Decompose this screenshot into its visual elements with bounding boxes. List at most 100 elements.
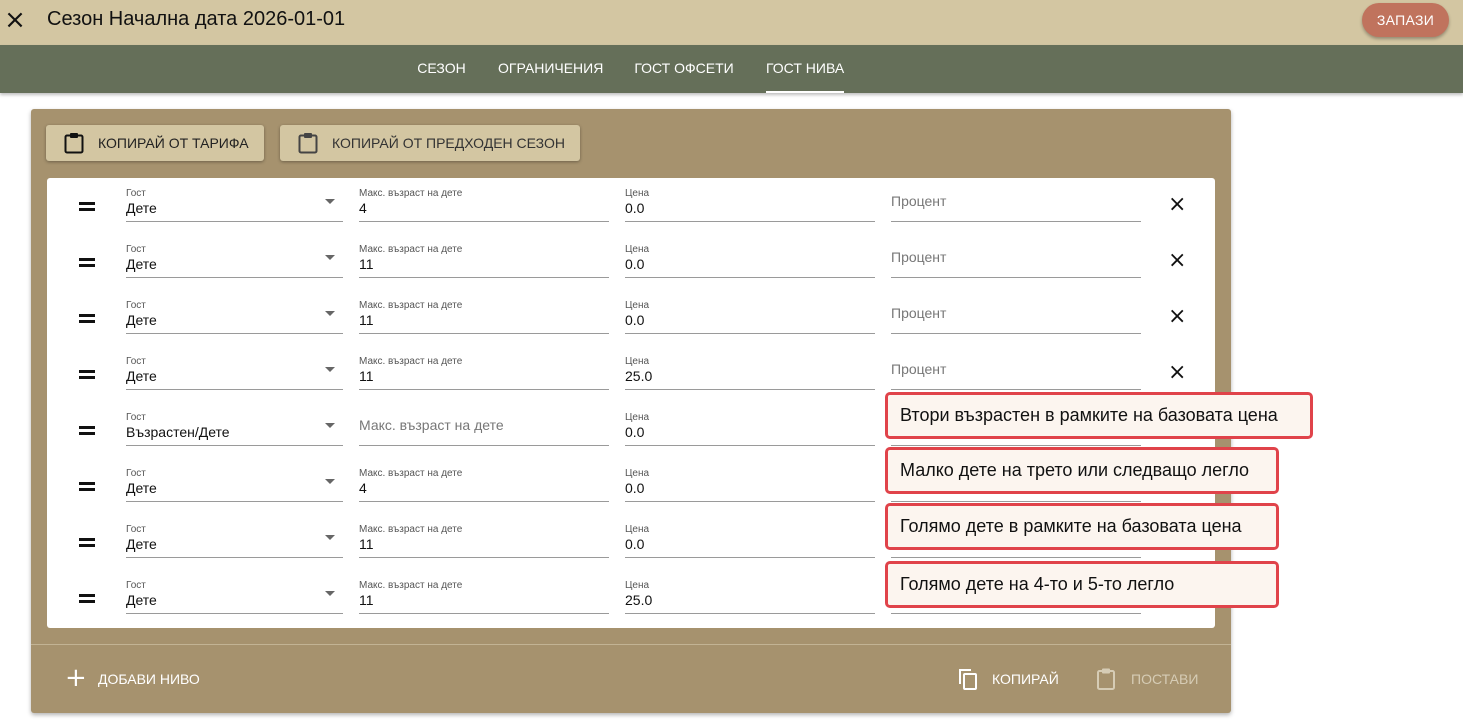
annotation-callout: Голямо дете в рамките на базовата цена [885, 503, 1279, 550]
clipboard-icon [64, 133, 84, 154]
max-age-input[interactable]: Макс. възраст на дете 11 [359, 514, 609, 558]
price-input[interactable]: Цена 0.0 [625, 402, 875, 446]
price-input[interactable]: Цена 0.0 [625, 458, 875, 502]
dropdown-arrow-icon [325, 591, 335, 596]
drag-handle-icon[interactable] [79, 258, 95, 268]
dropdown-arrow-icon [325, 367, 335, 372]
guest-select[interactable]: Гост Дете [126, 570, 343, 614]
save-button[interactable]: ЗАПАЗИ [1362, 3, 1449, 37]
guest-select[interactable]: Гост Дете [126, 178, 343, 222]
price-value: 0.0 [625, 312, 645, 328]
price-value: 25.0 [625, 592, 653, 608]
price-input[interactable]: Цена 0.0 [625, 178, 875, 222]
guest-label: Гост [126, 580, 146, 591]
max-age-input[interactable]: Макс. възраст на дете 11 [359, 570, 609, 614]
copy-from-previous-season-label: КОПИРАЙ ОТ ПРЕДХОДЕН СЕЗОН [332, 135, 565, 151]
dropdown-arrow-icon [325, 535, 335, 540]
percent-input[interactable]: Процент [891, 178, 1141, 222]
add-level-label: ДОБАВИ НИВО [98, 671, 200, 687]
price-input[interactable]: Цена 25.0 [625, 570, 875, 614]
max-age-input[interactable]: Макс. възраст на дете 4 [359, 178, 609, 222]
max-age-value: 11 [359, 312, 374, 328]
footer-divider [31, 644, 1231, 645]
price-value: 0.0 [625, 256, 645, 272]
guest-value: Дете [126, 368, 157, 384]
max-age-label: Макс. възраст на дете [359, 356, 463, 367]
max-age-label: Макс. възраст на дете [359, 300, 463, 311]
max-age-placeholder: Макс. възраст на дете [359, 417, 504, 433]
level-row: Гост Дете Макс. възраст на дете 11 Цена … [47, 290, 1215, 346]
max-age-input[interactable]: Макс. възраст на дете 11 [359, 290, 609, 334]
price-label: Цена [625, 244, 650, 255]
dropdown-arrow-icon [325, 199, 335, 204]
price-input[interactable]: Цена 0.0 [625, 234, 875, 278]
guest-value: Дете [126, 592, 157, 608]
copy-from-tariff-label: КОПИРАЙ ОТ ТАРИФА [98, 135, 249, 151]
price-value: 25.0 [625, 368, 653, 384]
guest-label: Гост [126, 188, 146, 199]
paste-label: ПОСТАВИ [1131, 671, 1199, 687]
tab-season[interactable]: СЕЗОН [417, 45, 466, 93]
remove-row-icon[interactable]: × [1168, 193, 1186, 217]
tab-guest-offsets[interactable]: ГОСТ ОФСЕТИ [634, 45, 734, 93]
percent-placeholder: Процент [891, 249, 947, 265]
price-input[interactable]: Цена 0.0 [625, 514, 875, 558]
copy-from-tariff-button[interactable]: КОПИРАЙ ОТ ТАРИФА [46, 125, 264, 161]
price-value: 0.0 [625, 536, 645, 552]
guest-select[interactable]: Гост Възрастен/Дете [126, 402, 343, 446]
remove-row-icon[interactable]: × [1168, 305, 1186, 329]
top-bar: × Сезон Начална дата 2026-01-01 ЗАПАЗИ [0, 0, 1463, 45]
price-label: Цена [625, 188, 650, 199]
max-age-input[interactable]: Макс. възраст на дете [359, 402, 609, 446]
percent-input[interactable]: Процент [891, 234, 1141, 278]
remove-row-icon[interactable]: × [1168, 361, 1186, 385]
drag-handle-icon[interactable] [79, 538, 95, 548]
guest-select[interactable]: Гост Дете [126, 458, 343, 502]
max-age-input[interactable]: Макс. възраст на дете 11 [359, 234, 609, 278]
guest-value: Дете [126, 480, 157, 496]
price-label: Цена [625, 524, 650, 535]
guest-label: Гост [126, 244, 146, 255]
annotation-callout: Малко дете на трето или следващо легло [885, 447, 1279, 494]
dropdown-arrow-icon [325, 255, 335, 260]
drag-handle-icon[interactable] [79, 202, 95, 212]
guest-label: Гост [126, 356, 146, 367]
percent-input[interactable]: Процент [891, 290, 1141, 334]
percent-placeholder: Процент [891, 361, 947, 377]
percent-input[interactable]: Процент [891, 346, 1141, 390]
annotation-callout: Голямо дете на 4-то и 5-то легло [885, 561, 1279, 608]
max-age-input[interactable]: Макс. възраст на дете 4 [359, 458, 609, 502]
guest-select[interactable]: Гост Дете [126, 234, 343, 278]
tab-guest-levels[interactable]: ГОСТ НИВА [766, 45, 844, 93]
max-age-value: 11 [359, 592, 374, 608]
level-row: Гост Дете Макс. възраст на дете 11 Цена … [47, 234, 1215, 290]
max-age-input[interactable]: Макс. възраст на дете 11 [359, 346, 609, 390]
price-value: 0.0 [625, 424, 645, 440]
clipboard-icon [298, 133, 318, 154]
drag-handle-icon[interactable] [79, 370, 95, 380]
guest-select[interactable]: Гост Дете [126, 290, 343, 334]
price-label: Цена [625, 412, 650, 423]
remove-row-icon[interactable]: × [1168, 249, 1186, 273]
copy-from-previous-season-button[interactable]: КОПИРАЙ ОТ ПРЕДХОДЕН СЕЗОН [280, 125, 580, 161]
price-input[interactable]: Цена 0.0 [625, 290, 875, 334]
max-age-value: 11 [359, 368, 374, 384]
paste-icon [1097, 668, 1115, 690]
max-age-label: Макс. възраст на дете [359, 468, 463, 479]
price-label: Цена [625, 580, 650, 591]
tab-bar: СЕЗОН ОГРАНИЧЕНИЯ ГОСТ ОФСЕТИ ГОСТ НИВА [0, 45, 1463, 93]
max-age-value: 11 [359, 256, 374, 272]
guest-select[interactable]: Гост Дете [126, 346, 343, 390]
copy-icon [959, 669, 977, 690]
drag-handle-icon[interactable] [79, 426, 95, 436]
price-input[interactable]: Цена 25.0 [625, 346, 875, 390]
drag-handle-icon[interactable] [79, 314, 95, 324]
max-age-value: 4 [359, 200, 367, 216]
drag-handle-icon[interactable] [79, 594, 95, 604]
tab-restrictions[interactable]: ОГРАНИЧЕНИЯ [498, 45, 603, 93]
drag-handle-icon[interactable] [79, 482, 95, 492]
guest-value: Дете [126, 536, 157, 552]
close-icon[interactable]: × [4, 7, 26, 34]
guest-select[interactable]: Гост Дете [126, 514, 343, 558]
price-label: Цена [625, 300, 650, 311]
